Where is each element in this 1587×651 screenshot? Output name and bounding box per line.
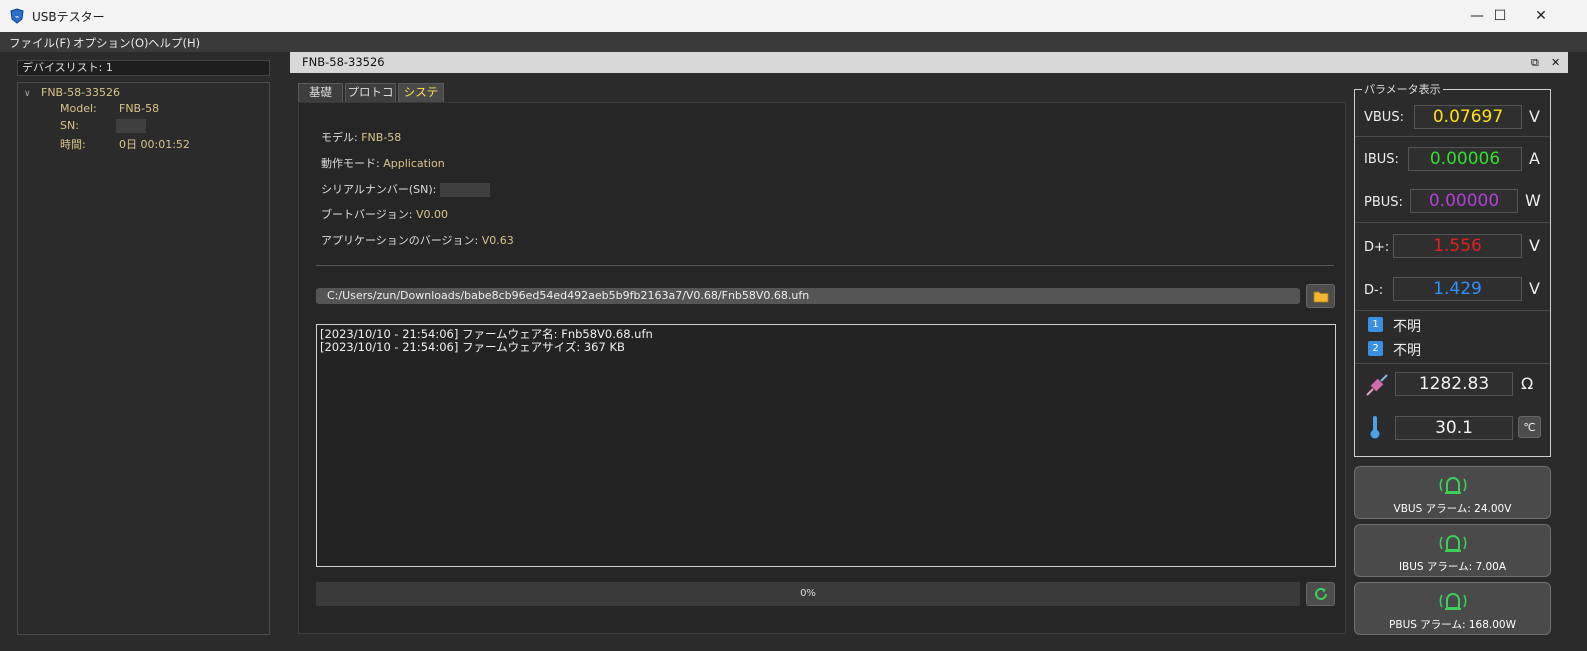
info-serial: シリアルナンバー(SN): — [321, 181, 490, 197]
info-boot: ブートバージョン: V0.00 — [321, 206, 448, 222]
info-app-label: アプリケーションのバージョン: — [321, 234, 479, 247]
resistance-unit: Ω — [1521, 374, 1534, 393]
progress-text: 0% — [800, 588, 816, 599]
info-app: アプリケーションのバージョン: V0.63 — [321, 232, 514, 248]
firmware-log: [2023/10/10 - 21:54:06] ファームウェア名: Fnb58V… — [316, 324, 1336, 567]
device-tree: ∨ FNB-58-33526 Model: FNB-58 SN: 時間: 0日 … — [17, 82, 270, 635]
vbus-alarm-button[interactable]: VBUS アラーム: 24.00V — [1354, 466, 1551, 519]
firmware-path-field[interactable]: C:/Users/zun/Downloads/babe8cb96ed54ed49… — [316, 288, 1300, 304]
info-model: モデル: FNB-58 — [321, 129, 401, 145]
protocol-2-text: 不明 — [1393, 343, 1421, 359]
info-serial-label: シリアルナンバー(SN): — [321, 183, 437, 196]
info-app-value: V0.63 — [481, 234, 514, 247]
dminus-value: 1.429 — [1393, 277, 1522, 301]
tab-basic[interactable]: 基礎 — [298, 83, 343, 102]
divider — [1355, 363, 1550, 364]
ibus-alarm-label: IBUS アラーム: 7.00A — [1398, 561, 1507, 573]
protocol-1-text: 不明 — [1393, 319, 1421, 335]
dminus-unit: V — [1529, 279, 1540, 298]
pbus-alarm-button[interactable]: PBUS アラーム: 168.00W — [1354, 582, 1551, 635]
sn-redacted — [116, 119, 146, 133]
temperature-value: 30.1 — [1395, 416, 1513, 440]
info-mode-label: 動作モード: — [321, 157, 380, 170]
dplus-unit: V — [1529, 236, 1540, 255]
menu-help[interactable]: ヘルプ(H) — [148, 35, 200, 51]
divider — [1355, 310, 1550, 311]
document-title: FNB-58-33526 — [302, 55, 385, 69]
time-value: 0日 00:01:52 — [119, 138, 190, 151]
refresh-icon — [1314, 587, 1327, 600]
alarm-bell-icon — [1439, 535, 1467, 552]
info-boot-value: V0.00 — [416, 208, 449, 221]
resistor-icon — [1366, 374, 1388, 396]
ibus-alarm-button[interactable]: IBUS アラーム: 7.00A — [1354, 524, 1551, 577]
protocol-1-badge: 1 — [1368, 317, 1383, 332]
info-boot-label: ブートバージョン: — [321, 208, 413, 221]
maximize-button[interactable]: ☐ — [1477, 0, 1523, 32]
alarm-bell-icon — [1439, 477, 1467, 494]
device-list-header: デバイスリスト: 1 — [17, 60, 270, 76]
restore-icon[interactable]: ⧉ — [1531, 52, 1539, 73]
alarm-bell-icon — [1439, 593, 1467, 610]
ibus-unit: A — [1529, 149, 1540, 168]
close-button[interactable]: ✕ — [1518, 0, 1564, 32]
document-title-bar: FNB-58-33526 ⧉ ✕ — [290, 52, 1568, 73]
device-item[interactable]: FNB-58-33526 — [41, 86, 120, 99]
browse-button[interactable] — [1306, 284, 1335, 308]
dplus-label: D+: — [1364, 240, 1390, 255]
update-button[interactable] — [1306, 582, 1335, 606]
log-line: [2023/10/10 - 21:54:06] ファームウェアサイズ: 367 … — [320, 340, 625, 354]
divider — [316, 265, 1334, 266]
pbus-unit: W — [1525, 191, 1541, 210]
parameter-panel — [1354, 89, 1551, 457]
tab-protocol[interactable]: プロトコル — [345, 83, 396, 116]
vbus-unit: V — [1529, 107, 1540, 126]
sn-label: SN: — [60, 119, 79, 132]
chevron-down-icon[interactable]: ∨ — [24, 89, 31, 99]
menu-file[interactable]: ファイル(F) — [9, 35, 71, 51]
divider — [1355, 222, 1550, 223]
resistance-value: 1282.83 — [1395, 372, 1513, 396]
info-mode: 動作モード: Application — [321, 155, 445, 171]
ibus-value: 0.00006 — [1408, 147, 1522, 171]
close-document-icon[interactable]: ✕ — [1551, 52, 1560, 73]
dminus-label: D-: — [1364, 283, 1384, 298]
thermometer-icon — [1370, 416, 1380, 439]
vbus-label: VBUS: — [1364, 110, 1404, 125]
info-mode-value: Application — [383, 157, 445, 170]
pbus-alarm-label: PBUS アラーム: 168.00W — [1389, 619, 1516, 631]
title-bar: ⌁ USBテスター — ☐ ✕ — [0, 0, 1587, 32]
serial-redacted — [439, 183, 490, 197]
vbus-value: 0.07697 — [1414, 105, 1522, 129]
temperature-unit-toggle[interactable]: ℃ — [1518, 416, 1541, 438]
info-model-value: FNB-58 — [361, 131, 402, 144]
model-label: Model: — [60, 102, 97, 115]
menu-bar: ファイル(F) オプション(O) ヘルプ(H) — [0, 32, 1587, 52]
svg-text:⌁: ⌁ — [15, 13, 19, 21]
tab-system[interactable]: システム — [398, 83, 444, 116]
model-value: FNB-58 — [119, 102, 160, 115]
time-label: 時間: — [60, 138, 86, 151]
pbus-value: 0.00000 — [1410, 189, 1518, 213]
protocol-2-badge: 2 — [1368, 341, 1383, 356]
ibus-label: IBUS: — [1364, 152, 1399, 167]
parameter-panel-title: パラメータ表示 — [1362, 81, 1443, 97]
window-title: USBテスター — [32, 10, 105, 24]
folder-icon — [1313, 291, 1328, 302]
pbus-label: PBUS: — [1364, 195, 1403, 210]
menu-options[interactable]: オプション(O) — [73, 35, 149, 51]
info-model-label: モデル: — [321, 131, 358, 144]
vbus-alarm-label: VBUS アラーム: 24.00V — [1393, 503, 1512, 515]
progress-bar: 0% — [316, 582, 1300, 606]
divider — [1355, 136, 1550, 137]
dplus-value: 1.556 — [1393, 234, 1522, 258]
app-logo-icon: ⌁ — [10, 8, 24, 24]
